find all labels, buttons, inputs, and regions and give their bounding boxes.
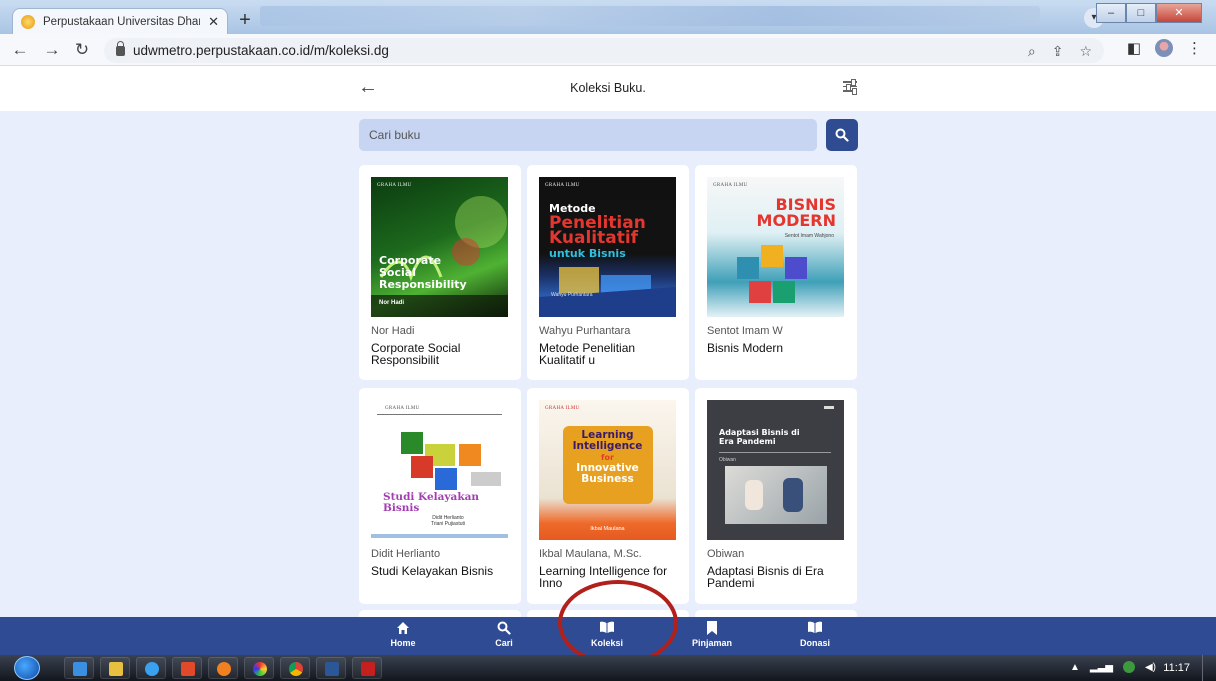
zoom-icon[interactable]: ⌕ (1028, 43, 1036, 60)
search-icon (474, 621, 534, 637)
reload-icon[interactable]: ↻ (72, 40, 92, 60)
close-window-button[interactable]: ✕ (1156, 3, 1202, 23)
taskbar-chrome[interactable] (280, 657, 310, 679)
book-title[interactable]: Metode Penelitian Kualitatif u (539, 342, 679, 366)
nav-donasi[interactable]: Donasi (785, 621, 845, 648)
book-author: Ikbal Maulana, M.Sc. (539, 548, 642, 560)
side-panel-icon[interactable]: ◧ (1127, 39, 1141, 57)
book-card[interactable]: GRAHA ILMU Studi Kelayakan Bisnis Didit … (359, 388, 521, 604)
toolbar-right: ◧ ⋮ (1127, 39, 1202, 57)
taskbar-word[interactable] (316, 657, 346, 679)
nav-home[interactable]: Home (373, 621, 433, 648)
windows-taskbar: ▲ ▂▃▅ ◀) 11:17 (0, 655, 1216, 681)
chrome-tray-icon[interactable] (1122, 661, 1135, 673)
maximize-button[interactable]: □ (1126, 3, 1156, 23)
browser-tab[interactable]: Perpustakaan Universitas Dharma ✕ (12, 8, 228, 34)
book-card[interactable]: Adaptasi Bisnis di Era Pandemi Obiwan Ob… (695, 388, 857, 604)
book-author: Nor Hadi (371, 325, 415, 337)
signal-icon[interactable]: ▂▃▅ (1090, 662, 1113, 673)
show-desktop-button[interactable] (1202, 655, 1216, 681)
browser-tab-strip: Perpustakaan Universitas Dharma ✕ + ▾ – … (0, 0, 1216, 34)
address-bar[interactable]: udwmetro.perpustakaan.co.id/m/koleksi.dg… (104, 38, 1104, 63)
window-controls: – □ ✕ (1096, 3, 1202, 23)
tray-expand-icon[interactable]: ▲ (1070, 662, 1080, 673)
back-icon[interactable]: ← (10, 40, 30, 60)
book-cover-image: GRAHA ILMU BISNIS MODERN Sentot Imam Wah… (707, 177, 844, 317)
menu-kebab-icon[interactable]: ⋮ (1187, 39, 1202, 57)
book-title[interactable]: Bisnis Modern (707, 342, 847, 354)
share-icon[interactable]: ⇪ (1052, 43, 1064, 60)
taskbar-ie[interactable] (136, 657, 166, 679)
search-icon (835, 128, 849, 142)
bookmark-star-icon[interactable]: ☆ (1079, 43, 1092, 60)
nav-koleksi[interactable]: Koleksi (577, 621, 637, 648)
book-author: Wahyu Purhantara (539, 325, 631, 337)
nav-search[interactable]: Cari (474, 621, 534, 648)
taskbar-clock[interactable]: 11:17 (1163, 662, 1190, 674)
book-author: Didit Herlianto (371, 548, 441, 560)
book-cover-image: GRAHA ILMU Learning Intelligence for Inn… (539, 400, 676, 540)
url-text[interactable]: udwmetro.perpustakaan.co.id/m/koleksi.dg (133, 43, 389, 58)
omnibox-actions: ⌕ ⇪ ☆ (1028, 43, 1092, 60)
book-title[interactable]: Learning Intelligence for Inno (539, 565, 679, 589)
bookmark-icon (682, 621, 742, 637)
volume-icon[interactable]: ◀) (1145, 662, 1156, 673)
system-tray: ▲ ▂▃▅ ◀) (1070, 661, 1156, 673)
book-title[interactable]: Studi Kelayakan Bisnis (371, 565, 511, 577)
filter-sliders-icon[interactable] (843, 79, 857, 94)
profile-avatar[interactable] (1155, 39, 1173, 57)
book-card[interactable]: GRAHA ILMU BISNIS MODERN Sentot Imam Wah… (695, 165, 857, 380)
book-card[interactable]: GRAHA ILMU Metode Penelitian Kualitatif … (527, 165, 689, 380)
blurred-background-windows (260, 6, 1040, 26)
book-cover-image: GRAHA ILMU Studi Kelayakan Bisnis Didit … (371, 400, 508, 540)
book-card[interactable]: GRAHA ILMU Learning Intelligence for Inn… (527, 388, 689, 604)
book-open-icon (577, 621, 637, 637)
forward-icon[interactable]: → (42, 40, 62, 60)
bottom-navigation: Home Cari Koleksi Pinjaman Donasi (0, 617, 1216, 655)
book-card[interactable]: GRAHA ILMU Corporate Social Responsibili… (359, 165, 521, 380)
book-title[interactable]: Corporate Social Responsibilit (371, 342, 511, 366)
app-header: ← Koleksi Buku. (0, 66, 1216, 111)
tab-title: Perpustakaan Universitas Dharma (43, 15, 200, 28)
nav-pinjaman[interactable]: Pinjaman (682, 621, 742, 648)
taskbar-app-red[interactable] (172, 657, 202, 679)
book-title[interactable]: Adaptasi Bisnis di Era Pandemi (707, 565, 847, 589)
taskbar-explorer[interactable] (100, 657, 130, 679)
book-cover-image: Adaptasi Bisnis di Era Pandemi Obiwan (707, 400, 844, 540)
page-title: Koleksi Buku. (570, 81, 646, 95)
taskbar-app-colorful[interactable] (244, 657, 274, 679)
browser-toolbar: ← → ↻ udwmetro.perpustakaan.co.id/m/kole… (0, 34, 1216, 66)
site-favicon-icon (21, 14, 35, 29)
search-button[interactable] (826, 119, 858, 151)
tab-close-icon[interactable]: ✕ (208, 14, 219, 30)
search-input[interactable] (359, 119, 817, 151)
minimize-button[interactable]: – (1096, 3, 1126, 23)
lock-icon[interactable] (116, 40, 125, 56)
home-icon (373, 621, 433, 637)
book-author: Obiwan (707, 548, 745, 560)
taskbar-firefox[interactable] (208, 657, 238, 679)
book-author: Sentot Imam W (707, 325, 783, 337)
book-open-icon (785, 621, 845, 637)
book-cover-image: GRAHA ILMU Corporate Social Responsibili… (371, 177, 508, 317)
taskbar-media-player[interactable] (64, 657, 94, 679)
new-tab-button[interactable]: + (234, 10, 256, 32)
book-cover-image: GRAHA ILMU Metode Penelitian Kualitatif … (539, 177, 676, 317)
start-button[interactable] (14, 656, 40, 680)
taskbar-pdf[interactable] (352, 657, 382, 679)
